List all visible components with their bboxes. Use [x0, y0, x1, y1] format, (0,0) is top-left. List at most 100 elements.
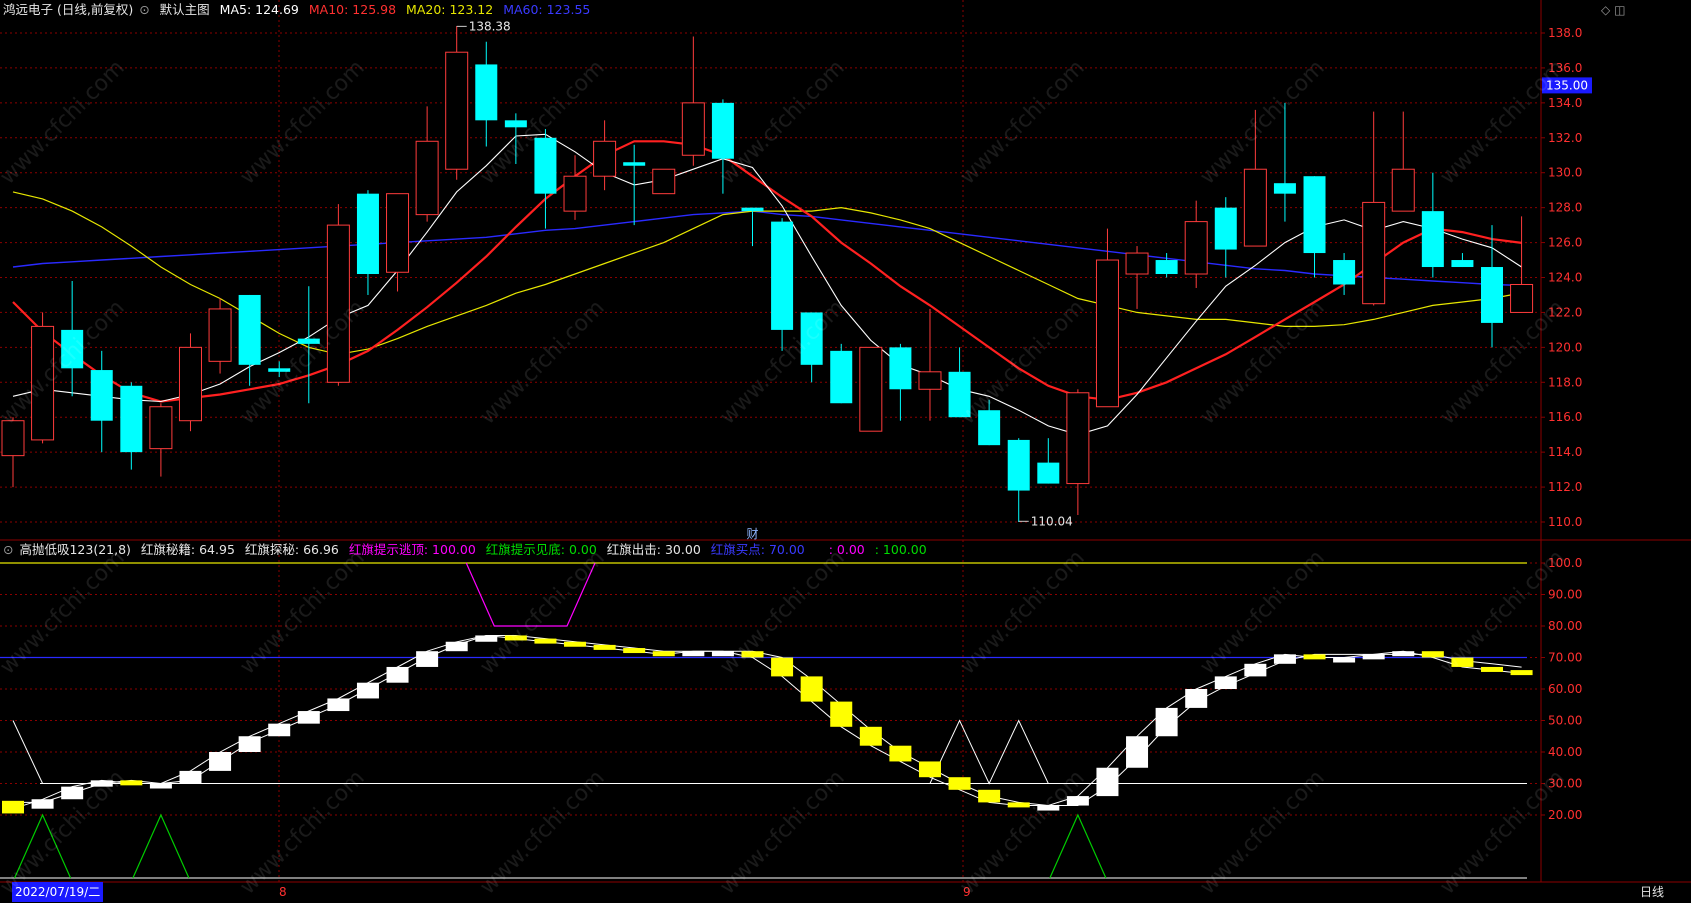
current-price-label: 135.00: [1546, 78, 1588, 92]
price-tick-label: 128.0: [1548, 201, 1582, 215]
candle-body-up: [1391, 168, 1415, 212]
diamond-icon[interactable]: ◇: [1601, 3, 1610, 17]
candle-body-up: [681, 102, 705, 156]
price-tick-label: 126.0: [1548, 236, 1582, 250]
indicator-bar: [682, 651, 705, 657]
indicator-bar: [978, 789, 1001, 803]
indicator-bar: [1333, 657, 1356, 663]
candle-body-up: [1184, 221, 1208, 275]
indicator-bar: [918, 761, 941, 778]
bottom-signal-peak: [14, 813, 72, 879]
candle-body-down: [1214, 207, 1237, 250]
indicator-bar: [209, 752, 232, 771]
ma5-line: [12, 133, 1522, 436]
candle-body-down: [948, 371, 971, 418]
candle-body-up: [1095, 259, 1119, 408]
indicator-bar: [31, 799, 54, 809]
price-tick-label: 136.0: [1548, 61, 1582, 75]
candle-body-down: [623, 162, 646, 166]
price-tick-label: 116.0: [1548, 410, 1582, 424]
indicator-tick-label: 30.00: [1548, 777, 1582, 791]
price-tick-label: 122.0: [1548, 305, 1582, 319]
price-tick-label: 112.0: [1548, 480, 1582, 494]
price-tick-label: 124.0: [1548, 271, 1582, 285]
support-line-start: [12, 720, 44, 784]
candle-body-up: [1510, 283, 1534, 313]
candle-body-down: [1303, 176, 1326, 254]
candle-body-down: [978, 410, 1001, 446]
candle-body-down: [741, 207, 764, 212]
indicator-bar: [1362, 654, 1385, 660]
indicator-bar: [564, 641, 587, 647]
date-cursor: 2022/07/19/二: [12, 882, 104, 902]
indicator-v2: 红旗探秘: 66.96: [244, 542, 339, 557]
indicator-v3: 红旗提示逃顶: 100.00: [348, 542, 476, 557]
period-label[interactable]: 日线: [1640, 882, 1664, 902]
candle-body-down: [771, 221, 794, 330]
candle-body-down: [1451, 260, 1474, 268]
financial-report-marker: 财: [747, 527, 759, 541]
indicator-bar: [1185, 689, 1208, 708]
candle-body-down: [711, 102, 734, 159]
indicator-name[interactable]: 高抛低吸123(21,8): [19, 542, 130, 557]
top-right-controls: ◇ ◫: [1601, 3, 1625, 17]
indicator-tick-label: 90.00: [1548, 588, 1582, 602]
indicator-bar: [2, 800, 24, 814]
indicator-bar: [771, 657, 794, 677]
kline-chart-canvas[interactable]: 138.0 136.0 134.0 132.0 130.0 128.0 126.0 124.0…: [0, 0, 1691, 903]
price-tick-label: 132.0: [1548, 131, 1582, 145]
bottom-signal-peak: [132, 813, 190, 879]
candle-body-up: [1125, 252, 1149, 275]
window-icon[interactable]: ◫: [1614, 3, 1625, 17]
indicator-v1: 红旗秘籍: 64.95: [140, 542, 235, 557]
ma60-value: MA60: 123.55: [503, 2, 591, 17]
candle-body-up: [918, 371, 942, 390]
candle-body-up: [31, 325, 55, 441]
stock-name[interactable]: 鸿远电子 (日线,前复权): [0, 2, 133, 17]
candle-body-up: [149, 406, 173, 450]
indicator-header: ⊙ 高抛低吸123(21,8) 红旗秘籍: 64.95 红旗探秘: 66.96 红…: [0, 540, 933, 560]
candle-body-down: [90, 370, 113, 421]
indicator-bar: [711, 651, 734, 657]
indicator-bar: [268, 723, 291, 737]
candle-body-down: [534, 137, 557, 194]
price-tick-label: 120.0: [1548, 340, 1582, 354]
candle-body-up: [208, 308, 232, 362]
candle-body-up: [1243, 168, 1267, 247]
indicator-bar: [889, 745, 912, 762]
indicator-tick-label: 40.00: [1548, 745, 1582, 759]
collapse-icon[interactable]: ⊙: [139, 2, 149, 17]
candle-body-down: [1037, 462, 1060, 484]
indicator-collapse-icon[interactable]: ⊙: [0, 542, 13, 557]
candle-body-down: [800, 312, 823, 365]
indicator-bar: [1066, 796, 1089, 806]
candle-body-down: [1421, 211, 1444, 268]
price-tick-label: 110.0: [1548, 515, 1582, 529]
indicator-v4: 红旗提示见底: 0.00: [485, 542, 597, 557]
indicator-bar: [652, 651, 675, 657]
indicator-bar: [445, 641, 468, 652]
candle-body-down: [120, 385, 143, 453]
candle-body-down: [1481, 267, 1503, 323]
indicator-bar: [179, 770, 202, 784]
indicator-bar: [120, 780, 143, 786]
indicator-bar: [1244, 663, 1267, 677]
indicator-bar: [1155, 707, 1178, 737]
candle-body-down: [1007, 439, 1030, 491]
indicator-bar: [1273, 654, 1296, 664]
candle-body-down: [356, 193, 379, 275]
candle-body-down: [830, 350, 853, 404]
indicator-tick-label: 50.00: [1548, 714, 1582, 728]
indicator-v7: : 0.00: [828, 542, 865, 557]
candle-body-down: [268, 368, 291, 372]
candle-body-down: [1333, 260, 1356, 285]
low-annotation: 110.04: [1031, 514, 1073, 528]
indicator-tick-label: 100.0: [1548, 556, 1582, 570]
candle-body-down: [1155, 260, 1178, 275]
indicator-bar: [90, 780, 113, 787]
indicator-bar: [386, 666, 409, 683]
bottom-signal-peak: [1049, 813, 1107, 879]
indicator-tick-label: 80.00: [1548, 619, 1582, 633]
main-chart-label[interactable]: 默认主图: [160, 2, 210, 17]
candle-body-up: [445, 51, 469, 170]
